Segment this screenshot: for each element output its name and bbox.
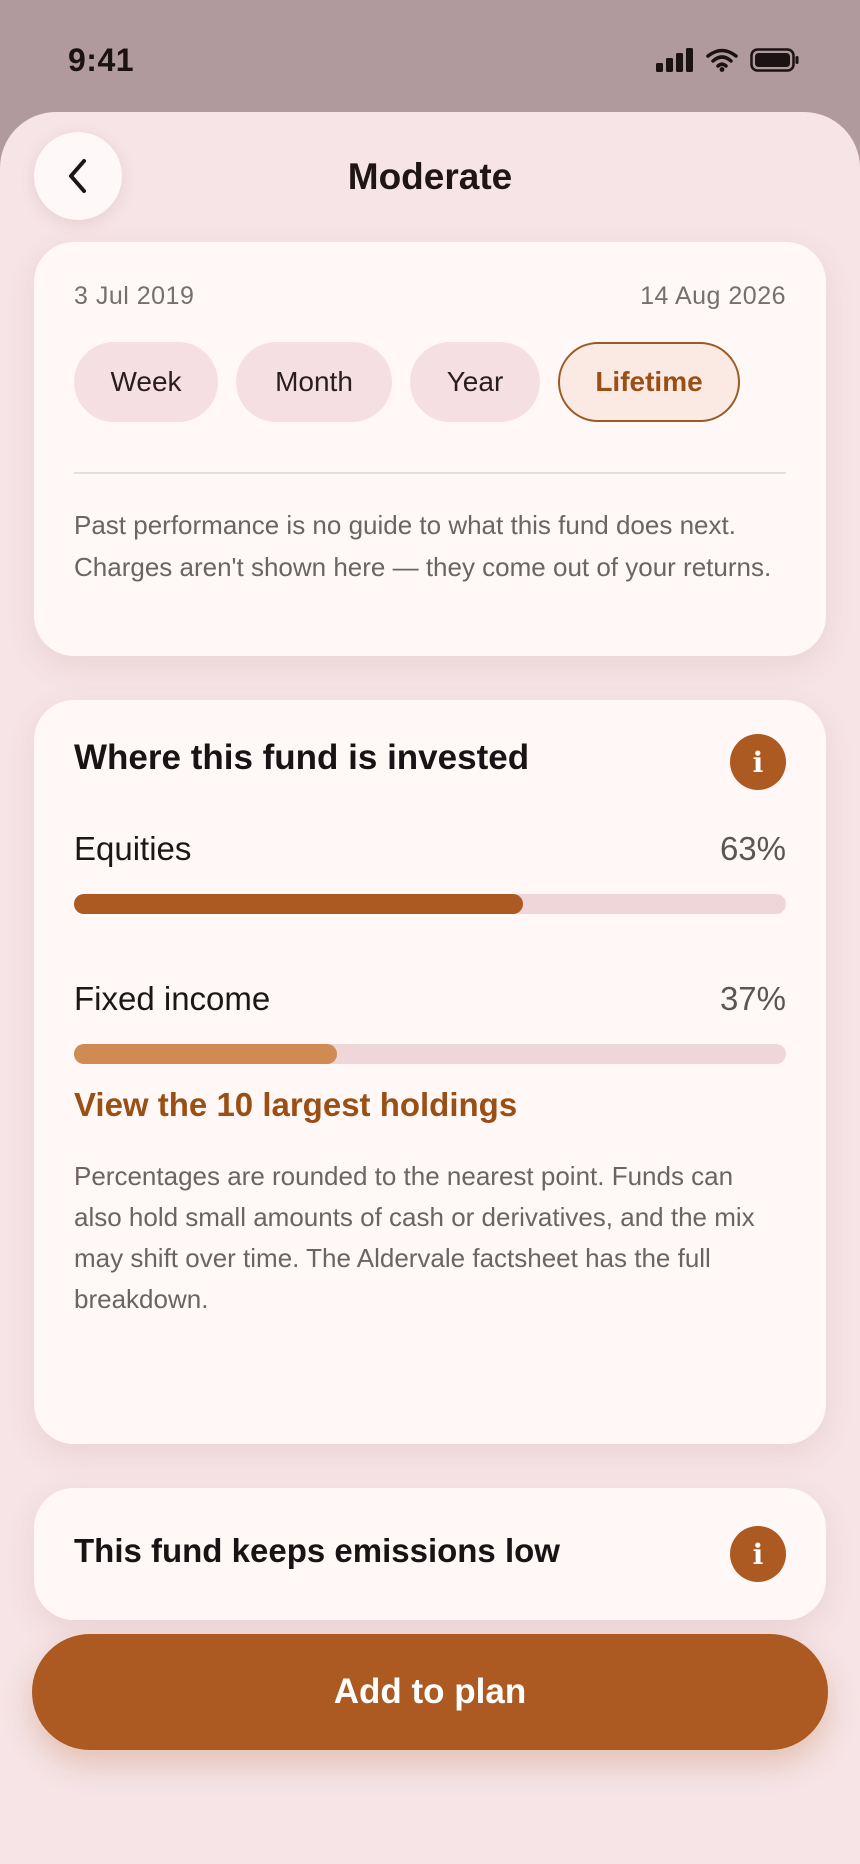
status-time: 9:41 <box>68 42 135 78</box>
info-icon: i <box>752 745 764 779</box>
performance-disclaimer: Past performance is no guide to what thi… <box>74 510 772 582</box>
page-title: Moderate <box>347 156 513 197</box>
emissions-card[interactable]: This fund keeps emissions low i <box>34 1488 826 1620</box>
status-bar: 9:41 <box>0 0 860 112</box>
date-range: 3 Jul 2019 14 Aug 2026 <box>74 282 786 311</box>
status-icons <box>656 48 800 72</box>
allocation-label: Fixed income <box>74 980 271 1017</box>
allocation-note: Percentages are rounded to the nearest p… <box>74 1161 755 1314</box>
end-date: 14 Aug 2026 <box>640 282 786 310</box>
allocation-card: Where this fund is invested i Equities 6… <box>34 700 826 1444</box>
range-chips: Week Month Year Lifetime <box>74 342 740 422</box>
battery-icon <box>750 48 799 72</box>
allocation-title: Where this fund is invested <box>74 738 530 777</box>
start-date: 3 Jul 2019 <box>74 282 195 310</box>
fund-detail-sheet: Moderate 3 Jul 2019 14 Aug 2026 Week Mon… <box>0 112 860 1864</box>
allocation-row-equities: Equities 63% <box>74 830 786 868</box>
allocation-bar-fixed-income <box>74 1044 786 1064</box>
chip-lifetime[interactable]: Lifetime <box>558 342 740 422</box>
info-icon: i <box>752 1537 764 1571</box>
wifi-icon <box>706 48 738 72</box>
allocation-label: Equities <box>74 830 192 867</box>
allocation-bar-fill <box>74 1044 338 1064</box>
chip-month[interactable]: Month <box>236 342 392 422</box>
emissions-info-button[interactable]: i <box>730 1526 786 1582</box>
allocation-bar-fill <box>74 894 523 914</box>
chip-year[interactable]: Year <box>410 342 540 422</box>
emissions-title: This fund keeps emissions low <box>74 1532 560 1569</box>
time-range-card: 3 Jul 2019 14 Aug 2026 Week Month Year L… <box>34 242 826 656</box>
add-to-plan-button[interactable]: Add to plan <box>32 1634 828 1750</box>
signal-icon <box>656 48 693 72</box>
allocation-value: 37% <box>719 980 786 1017</box>
allocation-value: 63% <box>719 830 786 867</box>
allocation-bar-equities <box>74 894 786 914</box>
divider <box>74 472 786 474</box>
chip-week[interactable]: Week <box>74 342 218 422</box>
allocation-row-fixed-income: Fixed income 37% <box>74 980 786 1018</box>
allocation-info-button[interactable]: i <box>730 734 786 790</box>
view-holdings-link[interactable]: View the 10 largest holdings <box>74 1086 517 1124</box>
